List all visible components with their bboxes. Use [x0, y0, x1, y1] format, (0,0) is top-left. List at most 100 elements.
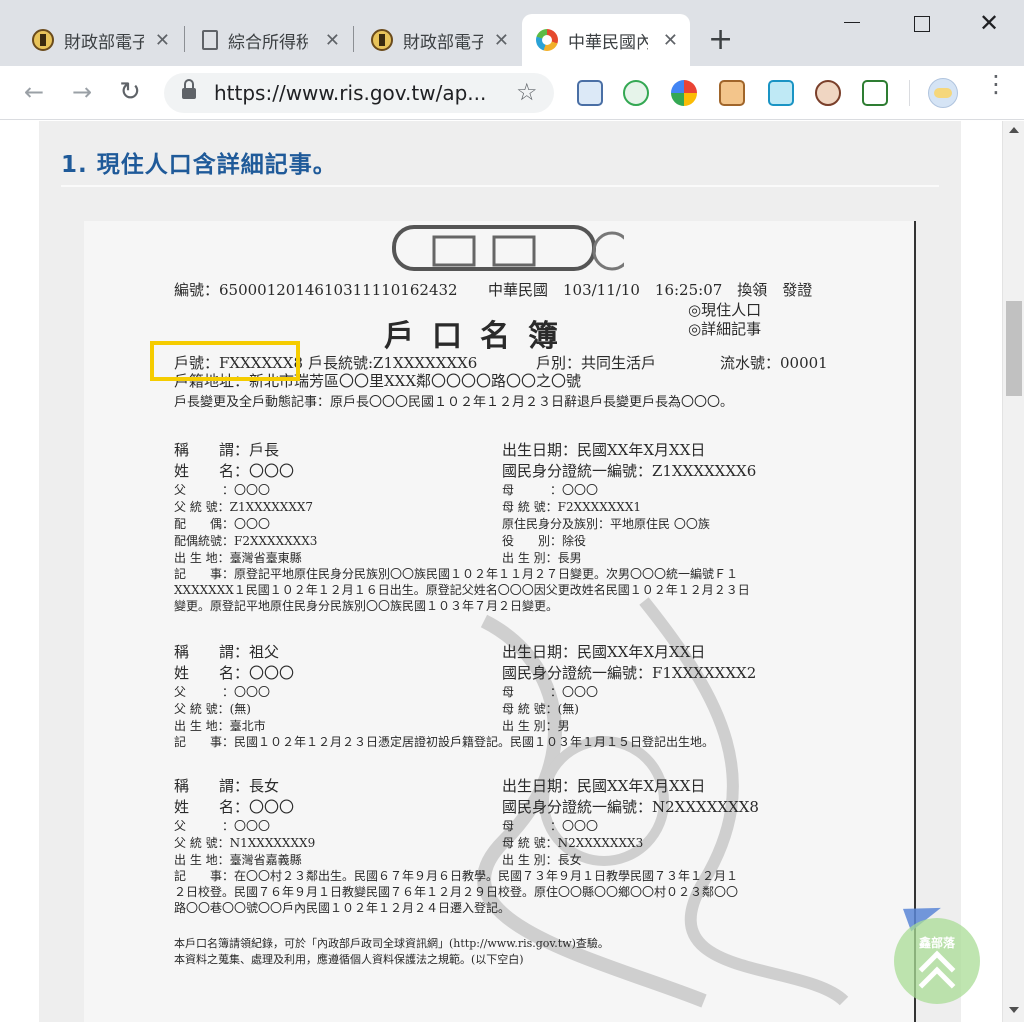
member-birthplace: 出 生 地：臺灣省臺東縣	[174, 551, 302, 565]
member-birth: 出生日期：民國XX年X月XX日	[502, 777, 706, 795]
tab-title: 財政部電子	[403, 32, 483, 53]
household-register-image: 編號：6500012014610311110162432 中華民國 103/11…	[84, 221, 916, 1022]
member-father-id: 父 統 號：Z1XXXXXXX7	[174, 500, 314, 514]
national-emblem-icon	[392, 225, 624, 271]
tab-separator	[353, 26, 354, 52]
member-mother: 母 ：〇〇〇	[502, 819, 599, 833]
member-id: 國民身分證統一編號：Z1XXXXXXX6	[502, 462, 757, 480]
tab-strip: 財政部電子 ✕ 綜合所得稅 ✕ 財政部電子 ✕ 中華民國內 ✕ + ✕	[0, 0, 1024, 66]
member-relation: 稱 謂：戶長	[174, 441, 280, 459]
register-doc-type: ◎詳細記事	[688, 320, 762, 338]
close-icon[interactable]: ✕	[155, 30, 170, 51]
member-id: 國民身分證統一編號：N2XXXXXXX8	[502, 798, 759, 816]
colorful-logo-icon[interactable]	[671, 80, 697, 106]
tab-tax[interactable]: 綜合所得稅 ✕	[188, 14, 352, 66]
notes-icon[interactable]	[577, 80, 603, 106]
mof-seal-icon	[32, 29, 54, 51]
member-spouse-id: 配偶統號：F2XXXXXXX3	[174, 534, 318, 548]
member-relation: 稱 謂：祖父	[174, 643, 280, 661]
member-note: 記 事：民國１０２年１２月２３日憑定居證初設戶籍登記。民國１０３年１月１５日登記…	[174, 735, 715, 749]
member-note: 變更。原登記平地原住民身分民族別〇〇族民國１０３年７月２日變更。	[174, 599, 559, 613]
vertical-scrollbar[interactable]	[1002, 121, 1024, 1022]
back-to-top-button[interactable]: 鑫部落	[894, 918, 980, 1004]
member-mother-id: 母 統 號：N2XXXXXXX3	[502, 836, 644, 850]
section-heading: 1. 現住人口含詳細記事。	[61, 152, 337, 178]
close-icon[interactable]: ✕	[325, 30, 340, 51]
member-aboriginal: 原住民身分及族別：平地原住民 〇〇族	[502, 517, 710, 531]
tab-title: 中華民國內	[568, 32, 648, 53]
profile-avatar[interactable]	[928, 78, 958, 108]
member-father-id: 父 統 號：N1XXXXXXX9	[174, 836, 316, 850]
member-mother-id: 母 統 號：F2XXXXXXX1	[502, 500, 642, 514]
register-footer: 本戶口名簿請領紀錄，可於「內政部戶政司全球資訊網」(http://www.ris…	[174, 937, 609, 950]
tab-mof-1[interactable]: 財政部電子 ✕	[18, 14, 182, 66]
bookmark-star-icon[interactable]: ☆	[516, 78, 538, 106]
register-title: 戶口名簿	[384, 319, 576, 354]
member-father: 父 ：〇〇〇	[174, 685, 271, 699]
member-birth-order: 出 生 別：長男	[502, 551, 582, 565]
close-icon[interactable]: ✕	[494, 30, 509, 51]
screen-share-icon[interactable]	[768, 80, 794, 106]
back-button[interactable]: ←	[20, 78, 48, 106]
scroll-down-arrow-icon[interactable]	[1009, 1007, 1019, 1013]
page-viewport: 1. 現住人口含詳細記事。 編號：65000120146103111101624…	[0, 121, 1002, 1022]
new-tab-button[interactable]: +	[708, 22, 733, 57]
register-doc-type: ◎現住人口	[688, 301, 762, 319]
close-icon[interactable]: ✕	[663, 30, 678, 51]
member-mother: 母 ：〇〇〇	[502, 685, 599, 699]
member-name: 姓 名：〇〇〇	[174, 798, 295, 816]
ris-logo-icon	[536, 29, 558, 51]
tab-ris-active[interactable]: 中華民國內 ✕	[522, 14, 690, 66]
tab-separator	[184, 26, 185, 52]
member-name: 姓 名：〇〇〇	[174, 462, 295, 480]
member-note: XXXXXXX１民國１０２年１２月１６日出生。原登記父姓名〇〇〇因父更改姓名民國…	[174, 583, 750, 597]
toolbar-separator	[909, 80, 910, 106]
member-father: 父 ：〇〇〇	[174, 483, 271, 497]
register-footer: 本資料之蒐集、處理及利用，應遵循個人資料保護法之規範。(以下空白)	[174, 953, 524, 966]
badge-label: 鑫部落	[918, 936, 955, 950]
menu-icon[interactable]: ⋮	[984, 72, 1008, 96]
member-birth-order: 出 生 別：長女	[502, 853, 582, 867]
member-name: 姓 名：〇〇〇	[174, 664, 295, 682]
member-birthplace: 出 生 地：臺灣省嘉義縣	[174, 853, 302, 867]
member-father-id: 父 統 號：(無)	[174, 702, 251, 716]
highlight-box	[150, 341, 300, 381]
minimize-button[interactable]	[838, 8, 868, 38]
tab-mof-2[interactable]: 財政部電子 ✕	[357, 14, 521, 66]
household-changes: 戶長變更及全戶動態記事：原戶長〇〇〇民國１０２年１２月２３日辭退戶長變更戶長為〇…	[174, 395, 734, 410]
maximize-button[interactable]	[906, 8, 936, 38]
register-serial: 編號：6500012014610311110162432	[174, 281, 458, 299]
heading-divider	[61, 185, 939, 187]
scroll-up-arrow-icon[interactable]	[1009, 127, 1019, 133]
member-military: 役 別：除役	[502, 534, 587, 548]
member-note: 記 事：在〇〇村２３鄰出生。民國６７年９月６日教學。民國７３年９月１日教學民國７…	[174, 869, 739, 883]
mof-seal-icon	[371, 29, 393, 51]
member-birth: 出生日期：民國XX年X月XX日	[502, 643, 706, 661]
lock-icon[interactable]	[182, 79, 196, 99]
tab-title: 綜合所得稅	[228, 32, 308, 53]
screenshot-icon[interactable]	[862, 80, 888, 106]
member-spouse: 配 偶：〇〇〇	[174, 517, 271, 531]
forward-button[interactable]: →	[68, 78, 96, 106]
window-close-button[interactable]: ✕	[974, 8, 1004, 38]
content-panel: 1. 現住人口含詳細記事。 編號：65000120146103111101624…	[39, 121, 961, 1022]
register-issue-date: 中華民國 103/11/10 16:25:07 換領 發證	[488, 281, 813, 299]
scroll-thumb[interactable]	[1006, 301, 1022, 396]
reload-button[interactable]: ↻	[116, 78, 144, 106]
member-note: 記 事：原登記平地原住民身分民族別〇〇族民國１０２年１１月２７日變更。次男〇〇〇…	[174, 567, 739, 581]
member-note: 路〇〇巷〇〇號〇〇戶內民國１０２年１２月２４日遷入登記。	[174, 901, 511, 915]
address-bar[interactable]: https://www.ris.gov.tw/ap...	[164, 73, 554, 113]
member-birthplace: 出 生 地：臺北市	[174, 719, 266, 733]
member-note: ２日校登。民國７６年９月１日教變民國７６年１２月２９日校登。原住〇〇縣〇〇鄉〇〇…	[174, 885, 739, 899]
member-father: 父 ：〇〇〇	[174, 819, 271, 833]
flow-number: 流水號：00001	[720, 354, 828, 372]
tab-title: 財政部電子	[64, 32, 144, 53]
member-relation: 稱 謂：長女	[174, 777, 280, 795]
member-birth: 出生日期：民國XX年X月XX日	[502, 441, 706, 459]
owl-icon[interactable]	[815, 80, 841, 106]
document-icon	[202, 30, 218, 50]
box-face-icon[interactable]	[719, 80, 745, 106]
mail-check-icon[interactable]	[623, 80, 649, 106]
url-text[interactable]: https://www.ris.gov.tw/ap...	[214, 81, 486, 105]
member-mother-id: 母 統 號：(無)	[502, 702, 579, 716]
